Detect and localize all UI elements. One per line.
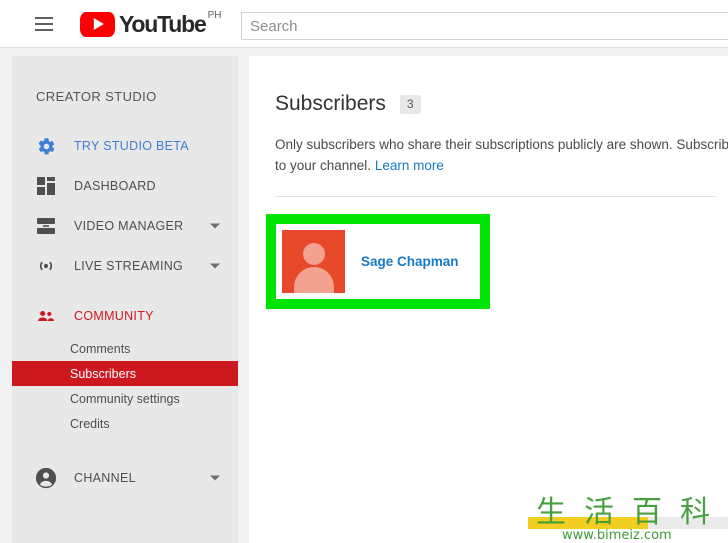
community-people-icon [34,304,58,328]
subscriber-name-link[interactable]: Sage Chapman [361,254,459,269]
chevron-down-icon [210,263,220,269]
person-avatar-icon [282,230,345,293]
gear-icon [34,134,58,158]
chevron-down-icon [210,475,220,481]
sidebar-item-dashboard[interactable]: DASHBOARD [12,166,238,206]
sidebar-subitem-credits[interactable]: Credits [12,411,238,436]
section-divider [275,196,715,197]
chevron-down-icon [210,223,220,229]
youtube-logo[interactable]: YouTube PH [80,9,222,37]
hamburger-line [35,16,53,19]
youtube-play-icon [80,11,115,37]
sidebar-item-label: LIVE STREAMING [74,259,184,273]
sidebar-item-label: DASHBOARD [74,179,156,193]
watermark-url: www.bimeiz.com [562,528,672,543]
sidebar-title: CREATOR STUDIO [36,89,157,104]
description-line-1: Only subscribers who share their subscri… [275,137,728,152]
subscribers-header: Subscribers 3 [249,56,728,116]
watermark: 生活百科 www.bimeiz.com [528,485,728,543]
main-panel: Subscribers 3 Only subscribers who share… [249,56,728,543]
top-bar: YouTube PH [0,0,728,48]
sidebar-subitem-subscribers[interactable]: Subscribers [12,361,238,386]
youtube-country-code: PH [207,9,222,21]
subscribers-description: Only subscribers who share their subscri… [275,134,728,176]
sidebar: CREATOR STUDIO TRY STUDIO BETA DASHBOARD [12,56,238,543]
youtube-wordmark: YouTube [119,10,207,37]
sidebar-item-try-studio-beta[interactable]: TRY STUDIO BETA [12,126,238,166]
hamburger-line [35,28,53,31]
search-input[interactable] [241,12,728,40]
subscriber-count-badge: 3 [399,94,421,114]
live-streaming-icon [34,254,58,278]
learn-more-link[interactable]: Learn more [375,158,444,173]
sidebar-item-label: CHANNEL [74,471,136,485]
sidebar-item-video-manager[interactable]: VIDEO MANAGER [12,206,238,246]
hamburger-menu-icon[interactable] [32,12,56,36]
highlight-box: Sage Chapman [266,214,490,309]
sidebar-item-community[interactable]: COMMUNITY [12,296,238,336]
description-line-2: to your channel. [275,158,375,173]
sidebar-item-label: VIDEO MANAGER [74,219,184,233]
page-body: CREATOR STUDIO TRY STUDIO BETA DASHBOARD [0,48,728,543]
sidebar-subitem-label: Comments [70,341,131,356]
dashboard-icon [34,174,58,198]
sidebar-item-channel[interactable]: CHANNEL [12,458,238,498]
hamburger-line [35,22,53,25]
watermark-characters: 生活百科 [536,495,728,530]
sidebar-subitem-label: Subscribers [70,366,136,381]
avatar-body [293,267,334,293]
sidebar-subitem-community-settings[interactable]: Community settings [12,386,238,411]
sidebar-item-live-streaming[interactable]: LIVE STREAMING [12,246,238,286]
page-title: Subscribers [275,92,386,115]
sidebar-subitem-label: Credits [70,416,110,431]
sidebar-subitem-label: Community settings [70,391,180,406]
avatar-head [302,243,325,265]
subscriber-card[interactable]: Sage Chapman [276,224,480,299]
sidebar-item-label: TRY STUDIO BETA [74,139,189,153]
account-circle-icon [34,466,58,490]
sidebar-subitem-comments[interactable]: Comments [12,336,238,361]
sidebar-item-label: COMMUNITY [74,309,154,323]
video-manager-icon [34,214,58,238]
